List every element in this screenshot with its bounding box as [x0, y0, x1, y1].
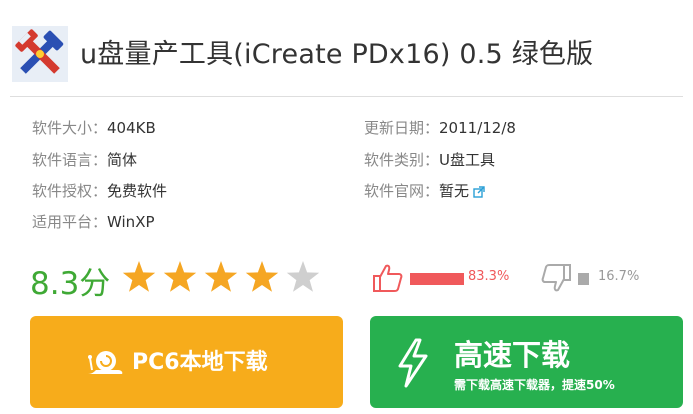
- rating-stars: [122, 261, 320, 292]
- info-size-label: 软件大小：: [32, 119, 108, 137]
- info-language: 软件语言：简体: [32, 150, 137, 170]
- info-language-label: 软件语言：: [32, 151, 108, 169]
- rating-score: 8.3分: [30, 266, 111, 302]
- local-download-button[interactable]: PC6本地下载: [30, 316, 343, 408]
- info-category-label: 软件类别：: [364, 151, 440, 169]
- lightning-bolt-icon: [398, 338, 428, 388]
- info-date-label: 更新日期：: [364, 119, 440, 137]
- info-platform: 适用平台：WinXP: [32, 212, 155, 232]
- star-filled-icon: [245, 261, 279, 292]
- info-site-value: 暂无: [439, 182, 470, 200]
- vote-up-bar-fill: [410, 273, 464, 285]
- info-language-value: 简体: [107, 151, 138, 169]
- star-filled-icon: [163, 261, 197, 292]
- thumb-up-icon[interactable]: [372, 262, 404, 294]
- app-header: u盘量产工具(iCreate PDx16) 0.5 绿色版: [10, 24, 683, 82]
- fast-download-label: 高速下载: [454, 338, 571, 372]
- info-license: 软件授权：免费软件: [32, 181, 167, 201]
- software-info-panel: 软件大小：404KB 更新日期：2011/12/8 软件语言：简体 软件类别：U…: [32, 118, 672, 242]
- header-divider: [10, 96, 683, 97]
- tools-cross-icon: [12, 26, 68, 82]
- star-empty-icon: [286, 261, 320, 292]
- thumb-down-icon[interactable]: [540, 262, 572, 294]
- vote-down-bar-fill: [578, 273, 589, 285]
- vote-down-percent: 16.7%: [598, 269, 640, 284]
- info-date: 更新日期：2011/12/8: [364, 118, 516, 138]
- info-platform-label: 适用平台：: [32, 213, 108, 231]
- vote-up-bar: [410, 273, 464, 285]
- info-category-value: U盘工具: [439, 151, 495, 169]
- external-link-icon[interactable]: [473, 185, 485, 198]
- star-filled-icon: [204, 261, 238, 292]
- fast-download-button[interactable]: 高速下载 需下载高速下载器，提速50%: [370, 316, 683, 408]
- local-download-label: PC6本地下载: [132, 350, 268, 375]
- info-platform-value: WinXP: [107, 213, 155, 231]
- info-site-label: 软件官网：: [364, 182, 440, 200]
- info-category: 软件类别：U盘工具: [364, 150, 495, 170]
- vote-up-percent: 83.3%: [468, 269, 510, 284]
- snail-icon: [88, 351, 123, 374]
- info-size-value: 404KB: [107, 119, 156, 137]
- info-date-value: 2011/12/8: [439, 119, 516, 137]
- info-license-label: 软件授权：: [32, 182, 108, 200]
- info-size: 软件大小：404KB: [32, 118, 156, 138]
- fast-download-subtitle: 需下载高速下载器，提速50%: [454, 378, 615, 392]
- info-site: 软件官网：暂无: [364, 181, 485, 201]
- info-license-value: 免费软件: [107, 182, 168, 200]
- vote-down-bar: [578, 273, 589, 285]
- star-filled-icon: [122, 261, 156, 292]
- page-title: u盘量产工具(iCreate PDx16) 0.5 绿色版: [80, 39, 594, 70]
